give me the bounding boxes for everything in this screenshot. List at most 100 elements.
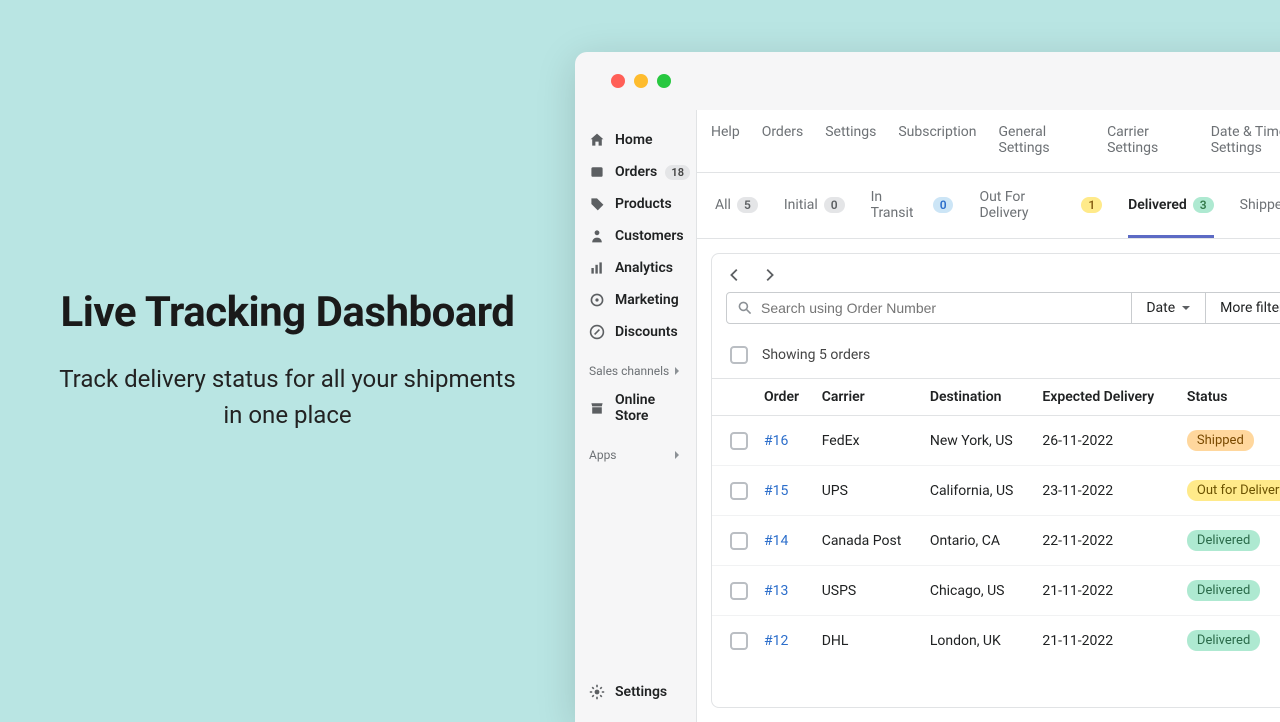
chevron-down-icon: [1181, 303, 1191, 313]
date-filter-button[interactable]: Date: [1132, 292, 1206, 324]
date-cell: 22-11-2022: [1034, 516, 1179, 566]
status-badge: Delivered: [1187, 530, 1260, 551]
showing-text: Showing 5 orders: [762, 347, 870, 363]
person-icon: [589, 228, 605, 244]
topnav-settings[interactable]: Settings: [825, 124, 876, 156]
more-filters-button[interactable]: More filters: [1206, 292, 1280, 324]
discount-icon: [589, 324, 605, 340]
order-link[interactable]: #13: [764, 583, 788, 599]
sidebar-item-products[interactable]: Products: [575, 188, 696, 220]
status-badge: Delivered: [1187, 630, 1260, 651]
col-order: Order: [756, 379, 814, 416]
close-icon[interactable]: [611, 74, 625, 88]
chevron-right-icon: [672, 450, 682, 460]
table-row: #13USPSChicago, US21-11-2022Delivered: [712, 566, 1280, 616]
col-carrier: Carrier: [814, 379, 922, 416]
status-tabs: All5 Initial0 In Transit0 Out For Delivery1…: [697, 173, 1280, 239]
tab-shipped[interactable]: Shipped1: [1240, 189, 1280, 238]
topnav-help[interactable]: Help: [711, 124, 740, 156]
pager: [712, 254, 1280, 292]
orders-panel: Date More filters Showing 5 orders: [711, 253, 1280, 708]
order-link[interactable]: #12: [764, 633, 788, 649]
sidebar-item-label: Orders: [615, 164, 657, 180]
col-status: Status: [1179, 379, 1280, 416]
maximize-icon[interactable]: [657, 74, 671, 88]
carrier-cell: DHL: [814, 616, 922, 666]
search-input-wrap[interactable]: [726, 292, 1132, 324]
tab-in-transit[interactable]: In Transit0: [871, 189, 954, 238]
sidebar-item-discounts[interactable]: Discounts: [575, 316, 696, 348]
orders-icon: [589, 164, 605, 180]
orders-table: Order Carrier Destination Expected Deliv…: [712, 378, 1280, 665]
status-badge: Out for Delivery: [1187, 480, 1280, 501]
col-destination: Destination: [922, 379, 1035, 416]
date-cell: 23-11-2022: [1034, 466, 1179, 516]
tab-count-badge: 5: [737, 197, 758, 213]
filter-bar: Date More filters: [712, 292, 1280, 336]
tab-delivered[interactable]: Delivered3: [1128, 189, 1214, 238]
showing-row: Showing 5 orders: [712, 336, 1280, 378]
select-all-checkbox[interactable]: [730, 346, 748, 364]
tab-all[interactable]: All5: [715, 189, 758, 238]
sidebar-section-sales[interactable]: Sales channels: [575, 348, 696, 384]
sidebar-item-label: Analytics: [615, 260, 673, 276]
tab-initial[interactable]: Initial0: [784, 189, 845, 238]
sidebar-item-settings[interactable]: Settings: [575, 676, 696, 708]
destination-cell: London, UK: [922, 616, 1035, 666]
tab-out-for-delivery[interactable]: Out For Delivery1: [979, 189, 1102, 238]
hero-subtitle: Track delivery status for all your shipm…: [50, 361, 525, 433]
carrier-cell: UPS: [814, 466, 922, 516]
row-checkbox[interactable]: [730, 632, 748, 650]
row-checkbox[interactable]: [730, 582, 748, 600]
topnav-date-time-settings[interactable]: Date & Time Settings: [1211, 124, 1280, 156]
minimize-icon[interactable]: [634, 74, 648, 88]
analytics-icon: [589, 260, 605, 276]
sidebar-item-label: Products: [615, 196, 672, 212]
arrow-left-icon[interactable]: [726, 266, 744, 284]
topnav-general-settings[interactable]: General Settings: [999, 124, 1086, 156]
destination-cell: New York, US: [922, 416, 1035, 466]
arrow-right-icon[interactable]: [760, 266, 778, 284]
chevron-right-icon: [672, 366, 682, 376]
topnav-orders[interactable]: Orders: [762, 124, 804, 156]
date-cell: 21-11-2022: [1034, 616, 1179, 666]
row-checkbox[interactable]: [730, 482, 748, 500]
sidebar-item-online-store[interactable]: Online Store: [575, 384, 696, 432]
carrier-cell: Canada Post: [814, 516, 922, 566]
table-row: #14Canada PostOntario, CA22-11-2022Deliv…: [712, 516, 1280, 566]
table-row: #16FedExNew York, US26-11-2022Shipped: [712, 416, 1280, 466]
row-checkbox[interactable]: [730, 432, 748, 450]
tab-count-badge: 0: [824, 197, 845, 213]
order-link[interactable]: #14: [764, 533, 788, 549]
search-input[interactable]: [761, 300, 1121, 316]
sidebar-item-label: Customers: [615, 228, 684, 244]
sidebar-item-label: Discounts: [615, 324, 678, 340]
tab-count-badge: 3: [1193, 197, 1214, 213]
order-link[interactable]: #15: [764, 483, 788, 499]
topnav-subscription[interactable]: Subscription: [898, 124, 976, 156]
sidebar-item-customers[interactable]: Customers: [575, 220, 696, 252]
sidebar-item-label: Settings: [615, 684, 667, 700]
sidebar-item-home[interactable]: Home: [575, 124, 696, 156]
date-cell: 26-11-2022: [1034, 416, 1179, 466]
topnav-carrier-settings[interactable]: Carrier Settings: [1107, 124, 1189, 156]
tag-icon: [589, 196, 605, 212]
table-row: #12 DHLLondon, UK21-11-2022 Delivered: [712, 616, 1280, 666]
topnav: Help Orders Settings Subscription Genera…: [697, 110, 1280, 173]
search-icon: [737, 300, 753, 316]
destination-cell: Chicago, US: [922, 566, 1035, 616]
sidebar-item-label: Marketing: [615, 292, 679, 308]
sidebar-item-analytics[interactable]: Analytics: [575, 252, 696, 284]
sidebar-item-label: Home: [615, 132, 653, 148]
sidebar-item-orders[interactable]: Orders 18: [575, 156, 696, 188]
carrier-cell: USPS: [814, 566, 922, 616]
order-link[interactable]: #16: [764, 433, 788, 449]
col-expected: Expected Delivery: [1034, 379, 1179, 416]
target-icon: [589, 292, 605, 308]
sidebar-section-apps[interactable]: Apps: [575, 432, 696, 468]
titlebar: [575, 52, 1280, 110]
row-checkbox[interactable]: [730, 532, 748, 550]
status-badge: Shipped: [1187, 430, 1254, 451]
sidebar-item-marketing[interactable]: Marketing: [575, 284, 696, 316]
tab-count-badge: 1: [1081, 197, 1102, 213]
